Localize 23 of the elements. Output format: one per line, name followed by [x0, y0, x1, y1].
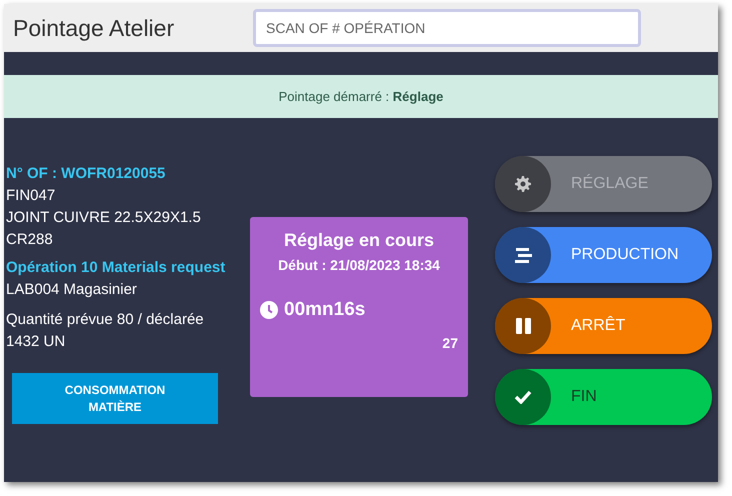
app-title: Pointage Atelier: [13, 14, 176, 43]
operation-label: Opération 10 Materials request: [6, 258, 226, 278]
order-detail: JOINT CUIVRE 22.5X29X1.5: [6, 208, 202, 228]
pause-icon: [516, 318, 530, 334]
action-button[interactable]: PRODUCTION: [495, 227, 712, 283]
check-icon: [514, 390, 532, 404]
clock-icon: [260, 301, 278, 320]
card-title: Réglage en cours: [284, 229, 434, 252]
action-button[interactable]: ARRÊT: [495, 298, 712, 354]
search-field[interactable]: SCAN OF # OPÉRATION: [253, 9, 641, 47]
duration: 00mn16s: [284, 298, 366, 322]
action-button[interactable]: FIN: [495, 369, 712, 425]
start-time: Début : 21/08/2023 18:34: [277, 256, 441, 275]
status-message: Pointage démarré : Réglage: [278, 88, 444, 106]
order-number: N° OF : WOFR0120055: [6, 164, 166, 184]
gear-icon: [515, 176, 531, 192]
order-detail: FIN047: [6, 186, 56, 206]
order-detail: CR288: [6, 230, 54, 250]
operation-detail: LAB004 Magasinier: [6, 280, 138, 300]
consumption-button[interactable]: CONSOMMATION MATIÈRE: [12, 373, 218, 424]
count: 27: [442, 334, 458, 352]
list-icon: [514, 248, 532, 262]
quantity-text: Quantité prévue 80 / déclarée 1432 UN: [6, 310, 205, 352]
